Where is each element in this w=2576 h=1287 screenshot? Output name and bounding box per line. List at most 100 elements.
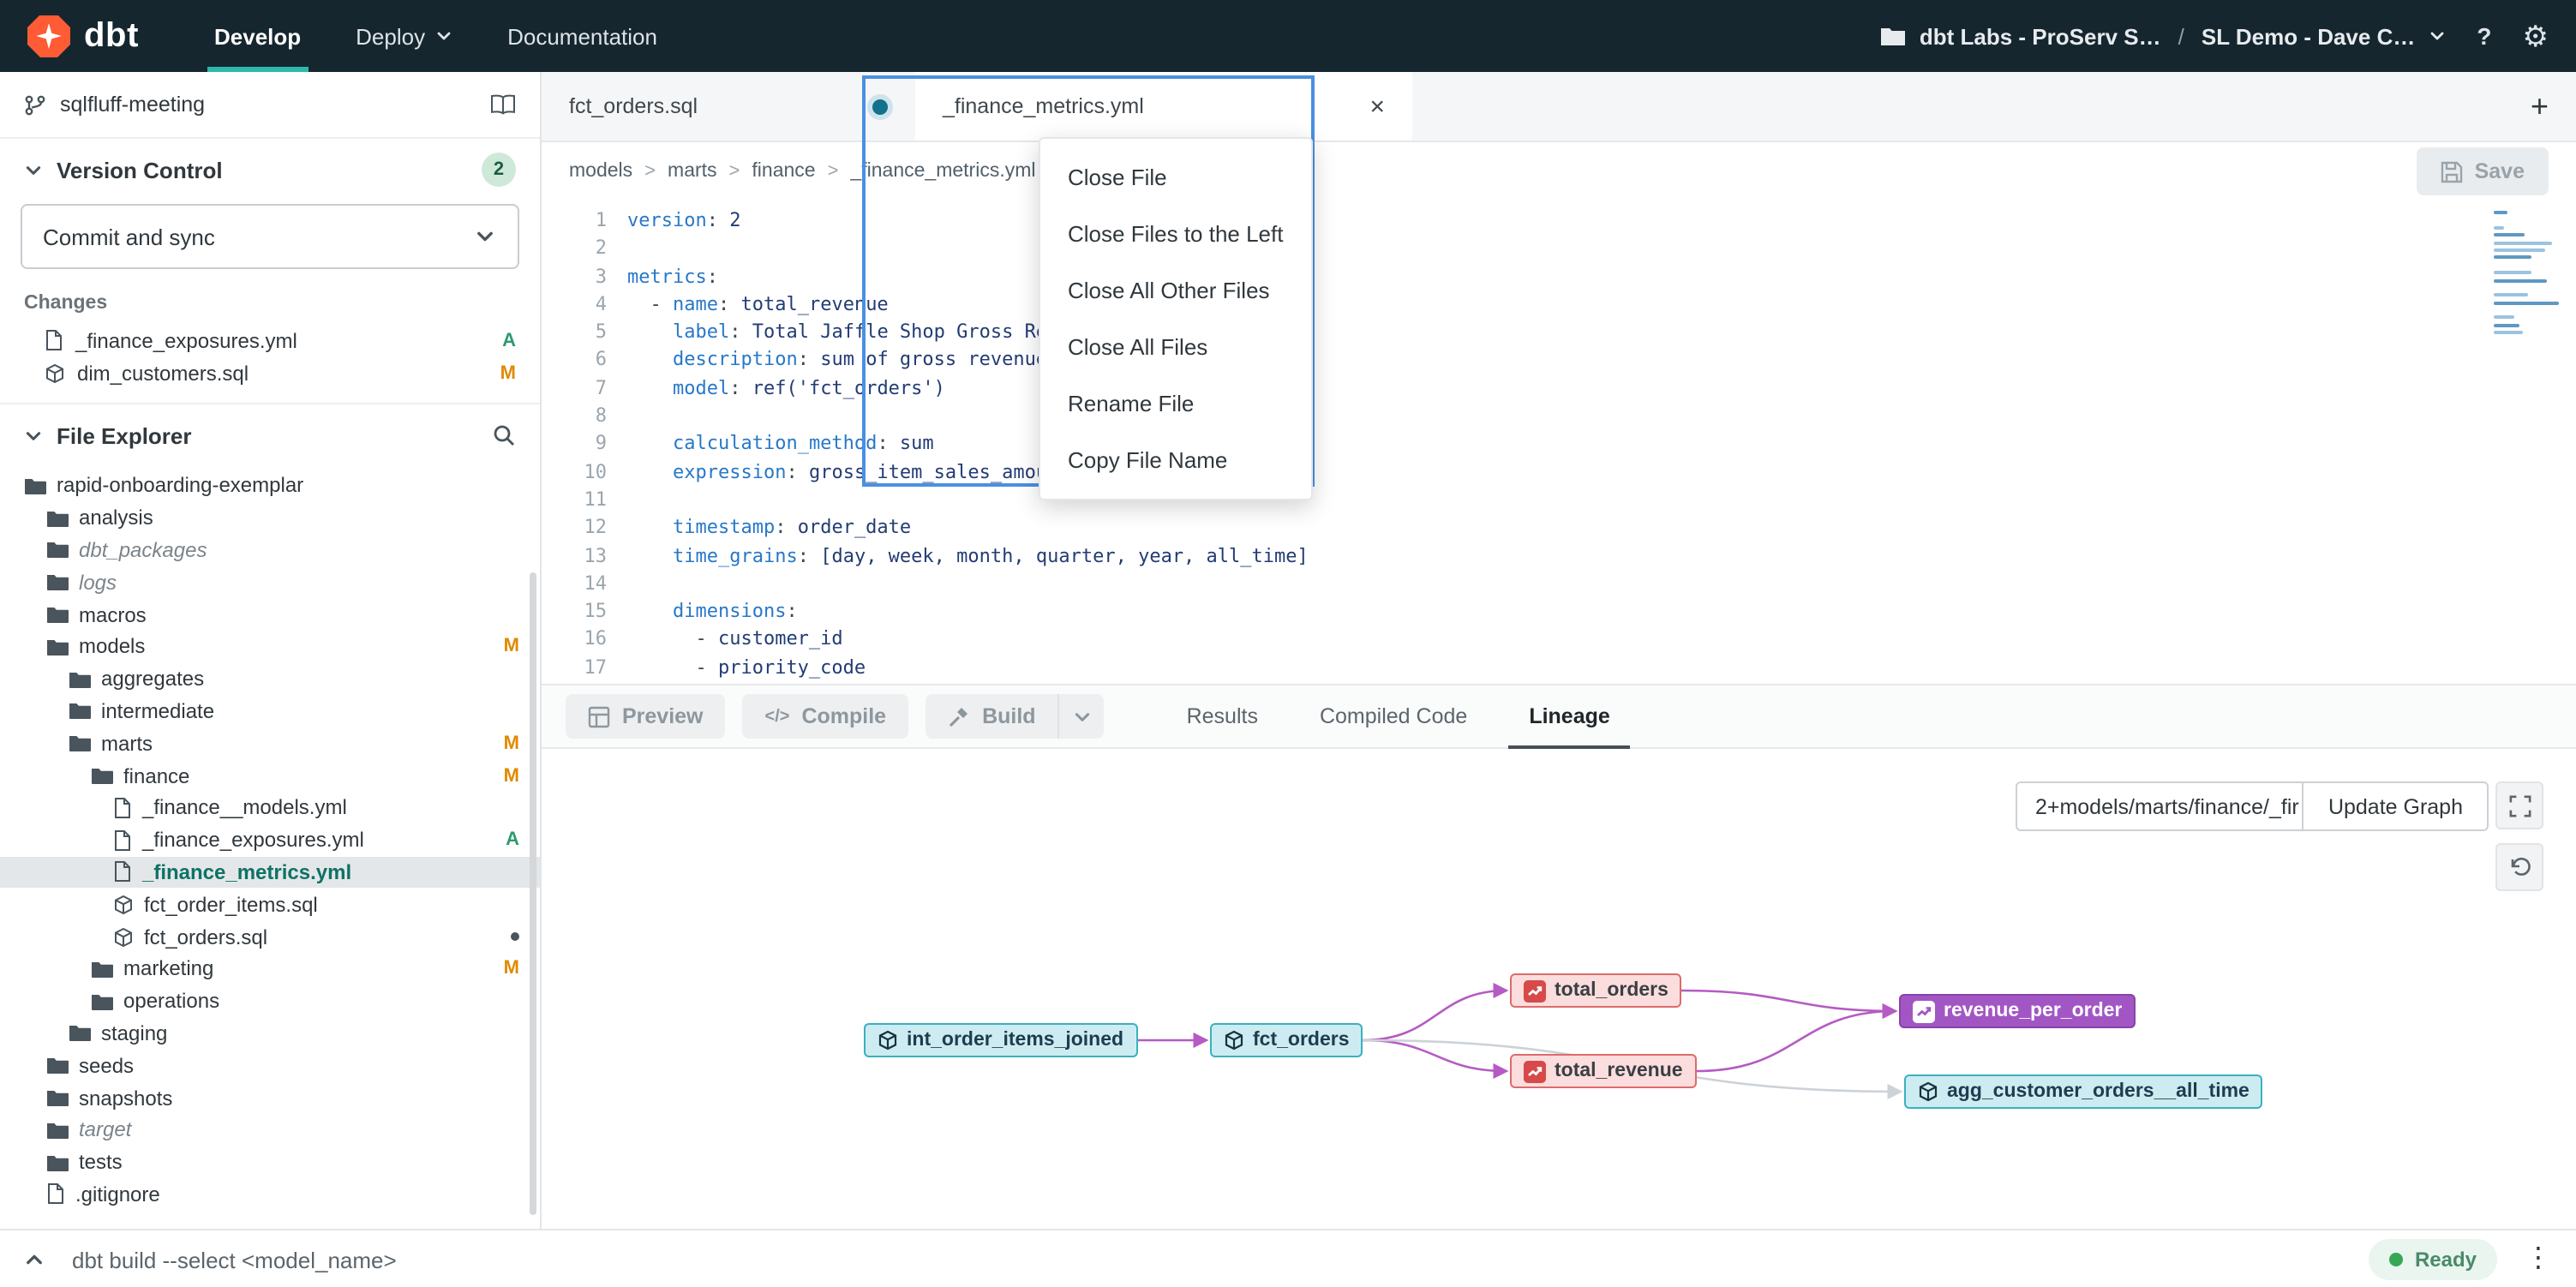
folder-icon bbox=[46, 541, 69, 560]
git-status-badge: M bbox=[504, 765, 519, 786]
tab-label: _finance_metrics.yml bbox=[943, 94, 1144, 118]
menu-item-rename-file[interactable]: Rename File bbox=[1040, 375, 1311, 432]
tree-item-finance[interactable]: financeM bbox=[0, 759, 540, 792]
preview-button[interactable]: Preview bbox=[566, 694, 726, 739]
result-tab-compiled-code[interactable]: Compiled Code bbox=[1289, 685, 1498, 747]
tree-item--gitignore[interactable]: .gitignore bbox=[0, 1178, 540, 1211]
file-explorer-header[interactable]: File Explorer bbox=[0, 403, 540, 466]
sidebar-scrollbar[interactable] bbox=[530, 572, 536, 1215]
lineage-node-fct-orders[interactable]: fct_orders bbox=[1210, 1023, 1363, 1057]
node-label: total_orders bbox=[1555, 980, 1668, 1001]
breadcrumb-item[interactable]: models bbox=[569, 161, 632, 182]
breadcrumb-item[interactable]: marts bbox=[668, 161, 717, 182]
tree-item--finance-exposures-yml[interactable]: _finance_exposures.ymlA bbox=[0, 824, 540, 857]
node-label: fct_orders bbox=[1253, 1030, 1350, 1051]
folder-icon bbox=[69, 702, 91, 721]
update-graph-button[interactable]: Update Graph bbox=[2304, 781, 2489, 831]
docs-book-icon[interactable] bbox=[490, 94, 516, 115]
tree-item-intermediate[interactable]: intermediate bbox=[0, 695, 540, 727]
tab-context-menu: Close FileClose Files to the LeftClose A… bbox=[1039, 137, 1313, 500]
lineage-node-revenue-per-order[interactable]: revenue_per_order bbox=[1899, 994, 2136, 1028]
reset-view-icon[interactable] bbox=[2495, 843, 2543, 891]
tree-item-fct-order-items-sql[interactable]: fct_order_items.sql bbox=[0, 889, 540, 921]
chevron-down-icon[interactable] bbox=[452, 206, 518, 267]
breadcrumb-item[interactable]: _finance_metrics.yml bbox=[850, 161, 1035, 182]
tree-item-label: models bbox=[79, 635, 145, 659]
tree-item-seeds[interactable]: seeds bbox=[0, 1050, 540, 1082]
help-icon[interactable]: ? bbox=[2477, 22, 2491, 50]
compile-button[interactable]: </> Compile bbox=[743, 694, 909, 739]
commit-and-sync-button[interactable]: Commit and sync bbox=[21, 204, 519, 269]
result-tab-lineage[interactable]: Lineage bbox=[1498, 685, 1641, 747]
account-switcher[interactable]: dbt Labs - ProServ S… / SL Demo - Dave C… bbox=[1880, 23, 2447, 49]
menu-item-close-all-other-files[interactable]: Close All Other Files bbox=[1040, 262, 1311, 319]
menu-item-close-files-to-the-left[interactable]: Close Files to the Left bbox=[1040, 206, 1311, 262]
search-icon[interactable] bbox=[492, 423, 516, 447]
tree-item-operations[interactable]: operations bbox=[0, 985, 540, 1018]
command-input[interactable]: dbt build --select <model_name> bbox=[72, 1247, 397, 1272]
menu-item-close-file[interactable]: Close File bbox=[1040, 149, 1311, 206]
tree-item-dbt-packages[interactable]: dbt_packages bbox=[0, 534, 540, 566]
tree-item-analysis[interactable]: analysis bbox=[0, 502, 540, 535]
close-icon[interactable]: × bbox=[1369, 93, 1385, 119]
new-tab-button[interactable]: + bbox=[2531, 88, 2549, 124]
tree-item-target[interactable]: target bbox=[0, 1114, 540, 1146]
breadcrumb-item[interactable]: finance bbox=[752, 161, 815, 182]
fullscreen-icon[interactable] bbox=[2495, 781, 2543, 829]
nav-item-label: Deploy bbox=[356, 23, 425, 49]
nav-item-documentation[interactable]: Documentation bbox=[480, 0, 685, 72]
tab-fct-orders-sql[interactable]: fct_orders.sql bbox=[542, 72, 915, 141]
folder-icon bbox=[69, 1024, 91, 1043]
gear-icon[interactable]: ⚙ bbox=[2523, 21, 2549, 51]
menu-item-close-all-files[interactable]: Close All Files bbox=[1040, 319, 1311, 375]
change-item[interactable]: _finance_exposures.ymlA bbox=[0, 324, 540, 356]
node-label: total_revenue bbox=[1555, 1061, 1683, 1081]
dbt-logo[interactable]: dbt bbox=[27, 0, 139, 72]
tab-finance-metrics-yml[interactable]: _finance_metrics.yml × bbox=[915, 72, 1412, 141]
change-item[interactable]: dim_customers.sqlM bbox=[0, 356, 540, 389]
tree-item-label: marketing bbox=[123, 957, 213, 981]
tree-item-label: .gitignore bbox=[75, 1182, 160, 1206]
tree-item--finance-models-yml[interactable]: _finance__models.yml bbox=[0, 792, 540, 824]
lineage-node-total-revenue[interactable]: total_revenue bbox=[1510, 1054, 1697, 1088]
tree-item-tests[interactable]: tests bbox=[0, 1146, 540, 1178]
version-control-header[interactable]: Version Control 2 bbox=[0, 139, 540, 201]
change-file-name: _finance_exposures.yml bbox=[75, 328, 297, 352]
minimap[interactable] bbox=[2494, 211, 2562, 338]
project-name: SL Demo - Dave C… bbox=[2202, 23, 2416, 49]
result-tab-results[interactable]: Results bbox=[1156, 685, 1289, 747]
build-button[interactable]: Build bbox=[926, 694, 1058, 739]
chevron-up-icon[interactable] bbox=[24, 1249, 45, 1270]
nav-item-label: Develop bbox=[214, 23, 301, 49]
tree-item-models[interactable]: modelsM bbox=[0, 631, 540, 663]
tree-item-logs[interactable]: logs bbox=[0, 566, 540, 599]
nav-item-deploy[interactable]: Deploy bbox=[328, 0, 480, 72]
tree-item-rapid-onboarding-exemplar[interactable]: rapid-onboarding-exemplar bbox=[0, 470, 540, 502]
branch-row[interactable]: sqlfluff-meeting bbox=[0, 72, 540, 139]
account-name: dbt Labs - ProServ S… bbox=[1920, 23, 2161, 49]
tree-item-snapshots[interactable]: snapshots bbox=[0, 1081, 540, 1114]
file-icon bbox=[113, 861, 132, 883]
lineage-node-agg-customer-orders--all-time[interactable]: agg_customer_orders__all_time bbox=[1904, 1074, 2263, 1109]
file-icon bbox=[46, 1183, 65, 1206]
lineage-node-int-order-items-joined[interactable]: int_order_items_joined bbox=[864, 1023, 1137, 1057]
save-button[interactable]: Save bbox=[2417, 147, 2549, 195]
nav-item-develop[interactable]: Develop bbox=[187, 0, 328, 72]
lineage-panel: 2+models/marts/finance/_fir Update Graph… bbox=[542, 749, 2576, 1229]
tree-item-marts[interactable]: martsM bbox=[0, 727, 540, 760]
tree-item-fct-orders-sql[interactable]: fct_orders.sql bbox=[0, 920, 540, 953]
build-options-chevron-icon[interactable] bbox=[1058, 694, 1105, 739]
more-options-icon[interactable]: ⋮ bbox=[2525, 1246, 2552, 1273]
lineage-selector-input[interactable]: 2+models/marts/finance/_fir bbox=[2016, 781, 2304, 831]
code-editor[interactable]: 1234567891011121314151617 version: 2 met… bbox=[542, 201, 2576, 684]
tree-item--finance-metrics-yml[interactable]: _finance_metrics.yml bbox=[0, 856, 540, 889]
save-icon bbox=[2441, 160, 2463, 183]
tree-item-macros[interactable]: macros bbox=[0, 598, 540, 631]
tree-item-label: _finance_exposures.yml bbox=[142, 828, 364, 852]
dbt-logo-text: dbt bbox=[84, 16, 139, 56]
menu-item-copy-file-name[interactable]: Copy File Name bbox=[1040, 432, 1311, 488]
tree-item-marketing[interactable]: marketingM bbox=[0, 953, 540, 985]
lineage-node-total-orders[interactable]: total_orders bbox=[1510, 973, 1682, 1008]
tree-item-staging[interactable]: staging bbox=[0, 1017, 540, 1050]
tree-item-aggregates[interactable]: aggregates bbox=[0, 663, 540, 696]
